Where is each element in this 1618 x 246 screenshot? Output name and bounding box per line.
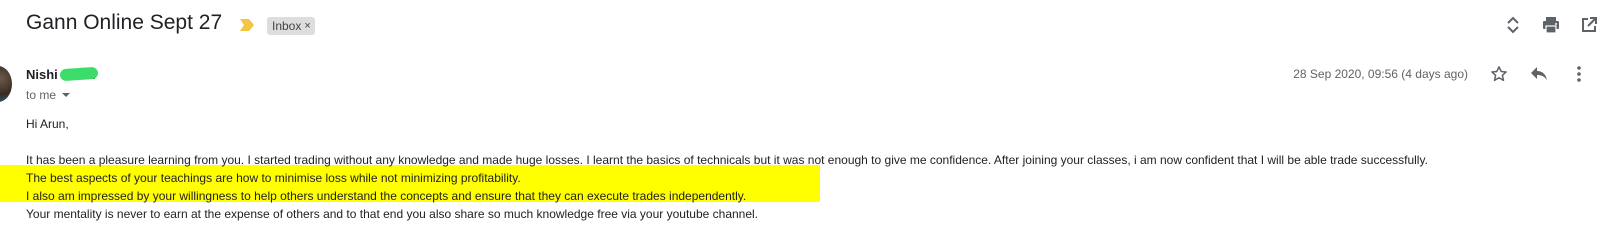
star-button[interactable]	[1488, 63, 1510, 85]
thread-actions	[1502, 14, 1600, 36]
important-marker-icon[interactable]	[240, 19, 254, 31]
reply-button[interactable]	[1528, 63, 1550, 85]
remove-label-button[interactable]: ×	[304, 17, 310, 35]
email-view: Gann Online Sept 27 Inbox × Nishi to me …	[0, 0, 1618, 246]
print-all-button[interactable]	[1540, 14, 1562, 36]
more-options-button[interactable]	[1568, 63, 1590, 85]
recipient-text: to me	[26, 88, 57, 102]
inbox-label-chip: Inbox ×	[267, 17, 315, 35]
sender-name-text: Nishi	[26, 67, 58, 82]
more-vert-icon	[1577, 66, 1581, 82]
chevron-down-icon	[62, 93, 71, 97]
message-body: Hi Arun, It has been a pleasure learning…	[26, 115, 1428, 223]
inbox-label-text: Inbox	[272, 19, 302, 33]
message-meta: 28 Sep 2020, 09:56 (4 days ago)	[1293, 63, 1590, 85]
highlighted-line: I also am impressed by your willingness …	[26, 189, 747, 203]
recipient-details-toggle[interactable]: to me	[26, 88, 71, 102]
body-paragraph: It has been a pleasure learning from you…	[26, 153, 1428, 167]
expand-all-button[interactable]	[1502, 14, 1524, 36]
greeting: Hi Arun,	[26, 117, 69, 131]
open-in-new-window-icon	[1582, 17, 1597, 32]
reply-icon	[1531, 67, 1547, 80]
message-timestamp: 28 Sep 2020, 09:56 (4 days ago)	[1293, 67, 1468, 81]
highlighted-line: The best aspects of your teachings are h…	[26, 171, 521, 185]
star-icon	[1491, 66, 1507, 82]
print-icon	[1543, 17, 1559, 34]
sender-avatar[interactable]	[0, 66, 12, 102]
email-subject: Gann Online Sept 27	[26, 11, 223, 34]
open-in-new-window-button[interactable]	[1578, 14, 1600, 36]
unfold-icon	[1507, 16, 1519, 34]
body-paragraph: Your mentality is never to earn at the e…	[26, 207, 759, 221]
